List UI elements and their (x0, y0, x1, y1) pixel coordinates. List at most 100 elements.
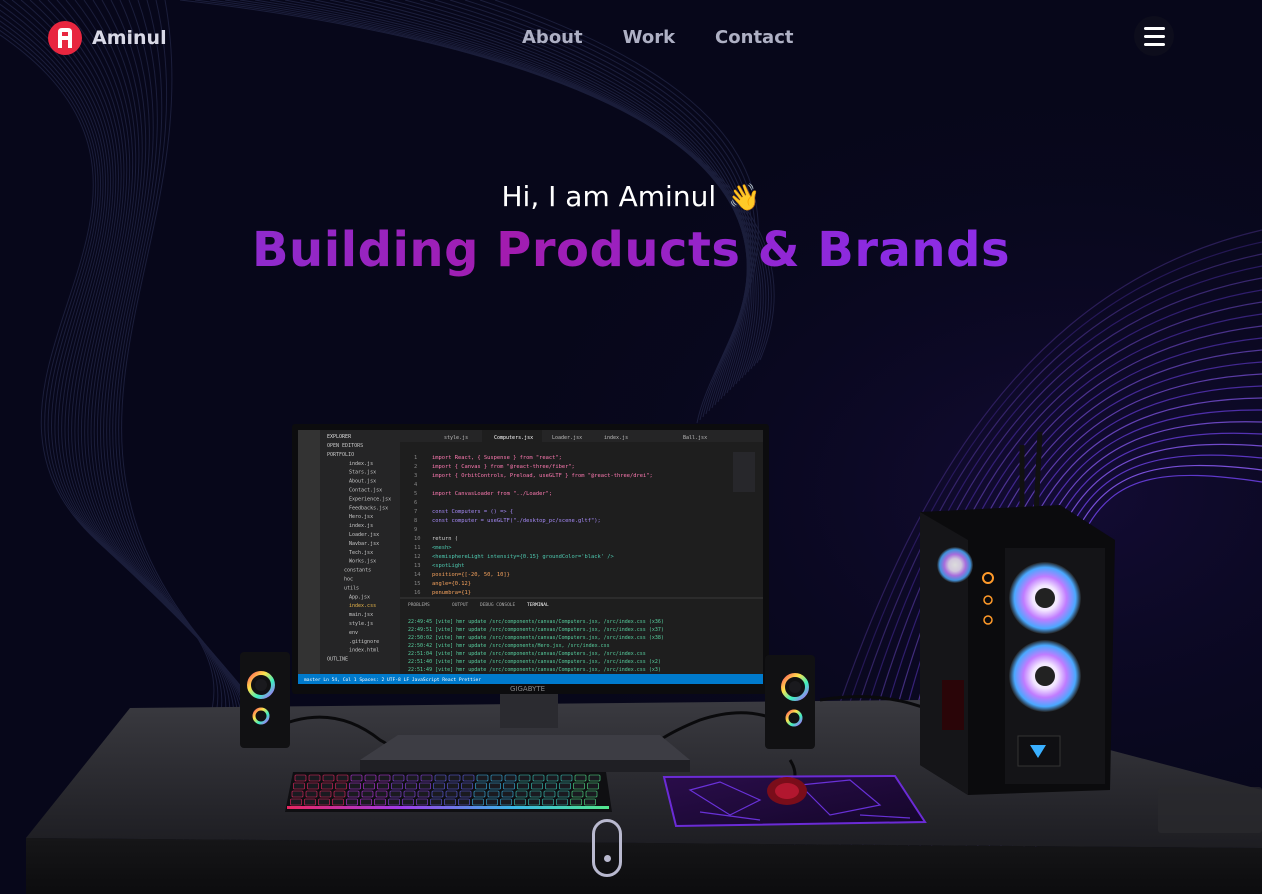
code-line: position={[-20, 50, 10]} (432, 572, 510, 578)
explorer-item[interactable]: Loader.jsx (349, 532, 379, 538)
explorer-item[interactable]: index.css (349, 603, 376, 609)
code-line: <mesh> (432, 545, 452, 551)
keyboard-key (529, 790, 542, 798)
status-bar: master Ln 54, Col 1 Spaces: 2 UTF-8 LF J… (304, 677, 481, 683)
explorer-item[interactable]: utils (344, 585, 359, 591)
keyboard-key (584, 798, 596, 806)
explorer-item[interactable]: Tech.jsx (349, 550, 373, 556)
explorer-item[interactable]: App.jsx (349, 594, 370, 600)
line-number: 7 (414, 509, 417, 515)
keyboard-key (489, 782, 501, 790)
keyboard-key (392, 774, 405, 782)
keyboard-key (388, 798, 400, 806)
keyboard-key (571, 790, 584, 798)
line-number: 14 (414, 572, 421, 578)
panel-tab[interactable]: TERMINAL (527, 602, 549, 608)
panel-tab[interactable]: PROBLEMS (408, 602, 430, 608)
explorer-item[interactable]: PORTFOLIO (327, 452, 354, 458)
keyboard-key (332, 798, 344, 806)
panel-tab[interactable]: OUTPUT (452, 602, 469, 608)
explorer-title: EXPLORER (327, 434, 352, 440)
keyboard-key (518, 774, 531, 782)
explorer-item[interactable]: .gitignore (349, 639, 379, 645)
keyboard-key (336, 774, 349, 782)
editor-tab[interactable]: style.js (444, 435, 468, 441)
explorer-item[interactable]: hoc (344, 577, 353, 583)
explorer-item[interactable]: constants (344, 568, 371, 574)
keyboard-key (546, 774, 559, 782)
panel-tab[interactable]: DEBUG CONSOLE (480, 602, 516, 608)
keyboard-key (557, 790, 570, 798)
line-number: 12 (414, 554, 421, 560)
editor-tab[interactable]: Ball.jsx (683, 435, 707, 441)
line-number: 11 (414, 545, 421, 551)
keyboard-key (517, 782, 529, 790)
keyboard-key (490, 774, 503, 782)
code-line: penumbra={1} (432, 590, 471, 596)
keyboard-key (462, 774, 475, 782)
explorer-item[interactable]: Navbar.jsx (349, 541, 379, 547)
keyboard-key (487, 790, 500, 798)
code-line: const Computers = () => { (432, 509, 513, 515)
keyboard-key (391, 782, 403, 790)
explorer-item[interactable]: main.jsx (349, 612, 373, 618)
scroll-dot (604, 855, 611, 862)
keyboard-key (406, 774, 419, 782)
line-number: 1 (414, 455, 417, 461)
keyboard-key (500, 798, 512, 806)
explorer-item[interactable]: OUTLINE (327, 657, 348, 663)
explorer-item[interactable]: Experience.jsx (349, 496, 391, 502)
keyboard-key (304, 798, 316, 806)
explorer-item[interactable]: index.js (349, 523, 373, 529)
keyboard-key (363, 782, 375, 790)
line-number: 3 (414, 473, 417, 479)
keyboard-key (573, 782, 585, 790)
keyboard-key (322, 774, 335, 782)
line-number: 2 (414, 464, 417, 470)
explorer-item[interactable]: Stars.jsx (349, 470, 376, 476)
explorer-item[interactable]: About.jsx (349, 479, 376, 485)
keyboard-key (434, 774, 447, 782)
keyboard-key (501, 790, 514, 798)
keyboard-key (291, 790, 304, 798)
line-number: 8 (414, 518, 417, 524)
keyboard-key (377, 782, 389, 790)
explorer-item[interactable]: Works.jsx (349, 559, 376, 565)
keyboard-key (294, 774, 307, 782)
keyboard-key (486, 798, 498, 806)
keyboard-key (560, 774, 573, 782)
scroll-mouse-icon[interactable] (592, 819, 622, 877)
desk-setup-scene[interactable]: GIGABYTE EXPLORER OPEN EDITORS PORTFOLIO in… (0, 0, 1262, 894)
keyboard-key (375, 790, 388, 798)
keyboard (285, 772, 612, 812)
right-speaker (765, 655, 815, 749)
keyboard-key (447, 782, 459, 790)
keyboard-key (528, 798, 540, 806)
code-line: return ( (432, 536, 458, 542)
explorer-item[interactable]: OPEN EDITORS (327, 443, 363, 449)
explorer-item[interactable]: Hero.jsx (349, 514, 373, 520)
explorer-item[interactable]: style.js (349, 621, 373, 627)
keyboard-key (293, 782, 305, 790)
explorer-item[interactable]: Feedbacks.jsx (349, 505, 388, 511)
code-line: import CanvasLoader from "../Loader"; (432, 491, 552, 497)
keyboard-key (472, 798, 484, 806)
editor-tab[interactable]: index.js (604, 435, 628, 441)
keyboard-key (318, 798, 330, 806)
explorer-item[interactable]: Contact.jsx (349, 488, 382, 494)
terminal-line: 22:50:02 [vite] hmr update /src/componen… (408, 635, 664, 641)
code-line: import React, { Suspense } from "react"; (432, 455, 562, 461)
editor-tab[interactable]: Computers.jsx (494, 435, 533, 441)
pc-tower (920, 431, 1115, 795)
terminal-line: 22:51:49 [vite] hmr update /src/componen… (408, 667, 661, 673)
explorer-item[interactable]: env (349, 630, 358, 636)
editor-tab[interactable]: Loader.jsx (552, 435, 582, 441)
keyboard-key (347, 790, 360, 798)
explorer-item[interactable]: index.html (349, 648, 379, 654)
keyboard-key (305, 790, 318, 798)
keyboard-key (543, 790, 556, 798)
explorer-item[interactable]: index.js (349, 461, 373, 467)
code-line: <hemisphereLight intensity={0.15} ground… (432, 554, 614, 560)
keyboard-key (556, 798, 568, 806)
keyboard-key (335, 782, 347, 790)
